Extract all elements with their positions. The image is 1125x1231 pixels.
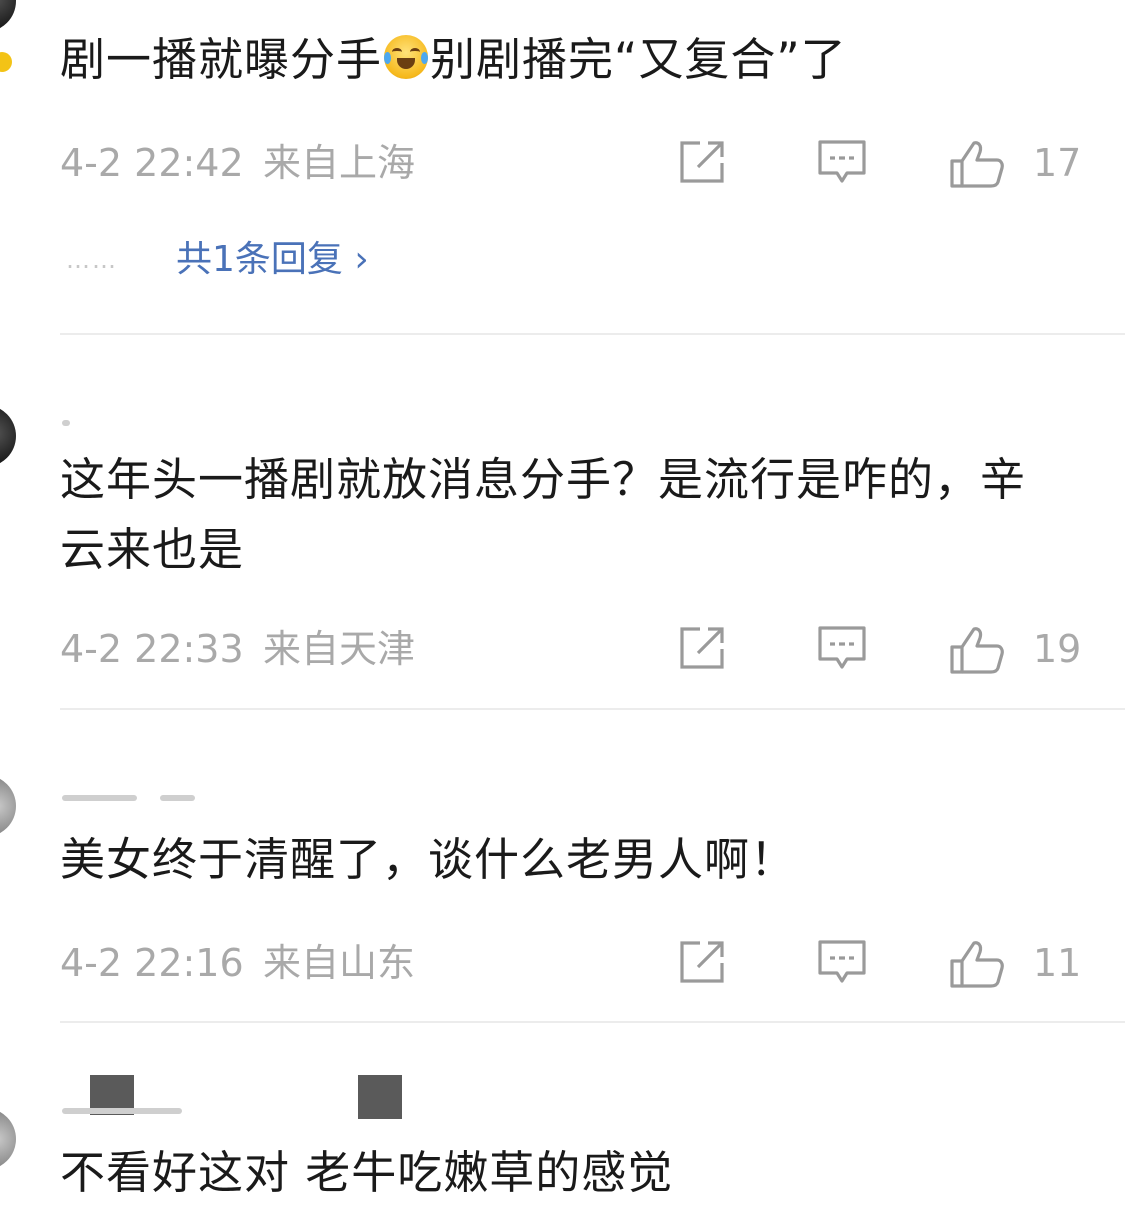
comment-time: 4-2 22:42 [60, 141, 244, 185]
comment-meta: 4-2 22:16 来自山东 11 [60, 933, 1125, 993]
comment-icon[interactable] [817, 939, 867, 985]
share-icon[interactable] [678, 939, 728, 985]
username-redaction [358, 1075, 402, 1119]
comment-icon[interactable] [817, 139, 867, 185]
comment-text: 不看好这对 老牛吃嫩草的感觉 [60, 1146, 674, 1199]
share-icon[interactable] [678, 625, 728, 671]
thumb-up-icon[interactable] [949, 939, 1005, 989]
thumb-up-icon[interactable] [949, 139, 1005, 189]
comment-text: 这年头一播剧就放消息分手？是流行是咋的，辛云来也是 [60, 453, 1027, 576]
comment-time: 4-2 22:33 [60, 627, 244, 671]
avatar[interactable] [0, 775, 16, 837]
thumb-up-icon[interactable] [949, 625, 1005, 675]
like-count: 19 [1033, 627, 1082, 671]
comment-item[interactable]: 不看好这对 老牛吃嫩草的感觉 [0, 1023, 1125, 1231]
avatar[interactable] [0, 405, 16, 467]
avatar[interactable] [0, 1108, 16, 1170]
username [62, 1108, 182, 1114]
comment-location: 来自山东 [263, 941, 416, 985]
replies-dots: …… [66, 246, 118, 274]
comment-location: 来自上海 [263, 141, 416, 185]
laugh-cry-emoji-icon [384, 35, 429, 79]
comment-time: 4-2 22:16 [60, 941, 244, 985]
comment-item[interactable]: 美女终于清醒了，谈什么老男人啊！ 4-2 22:16 来自山东 11 [0, 710, 1125, 1023]
comment-item[interactable]: 这年头一播剧就放消息分手？是流行是咋的，辛云来也是 4-2 22:33 来自天津… [0, 335, 1125, 710]
like-count: 11 [1033, 941, 1082, 985]
username [62, 420, 70, 426]
comment-meta: 4-2 22:33 来自天津 19 [60, 619, 1125, 679]
verified-badge-icon [0, 52, 12, 72]
comment-text: 剧一播就曝分手 别剧播完“又复合”了 [60, 33, 847, 86]
comment-icon[interactable] [817, 625, 867, 671]
comment-meta: 4-2 22:42 来自上海 17 [60, 133, 1125, 193]
comment-text: 美女终于清醒了，谈什么老男人啊！ [60, 833, 797, 886]
like-count: 17 [1033, 141, 1082, 185]
replies-label[interactable]: 共1条回复 › [176, 235, 369, 285]
username [160, 795, 195, 801]
share-icon[interactable] [678, 139, 728, 185]
comment-item[interactable]: 剧一播就曝分手 别剧播完“又复合”了 4-2 22:42 来自上海 17 …… 共… [0, 0, 1125, 335]
username [62, 795, 137, 801]
comment-location: 来自天津 [263, 627, 416, 671]
avatar[interactable] [0, 0, 16, 32]
